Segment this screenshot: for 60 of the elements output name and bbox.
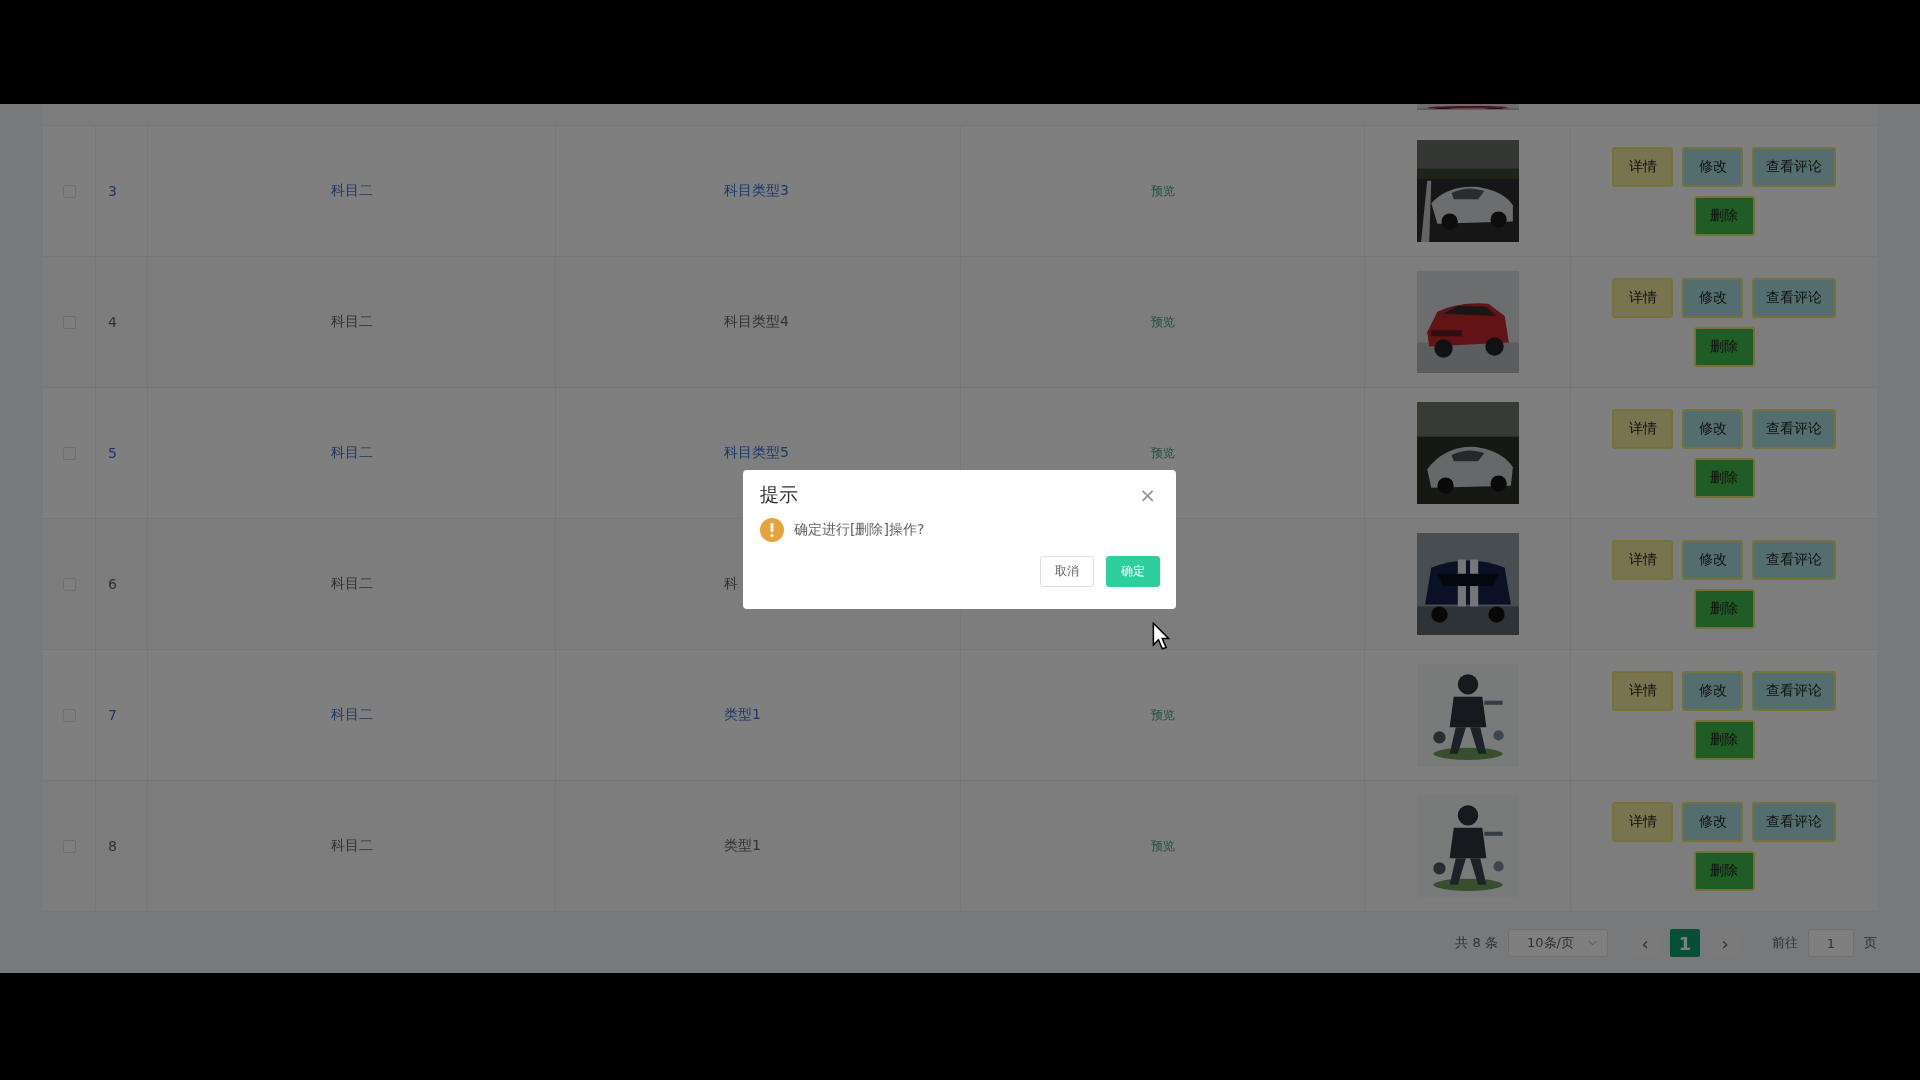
cancel-button[interactable]: 取消 — [1040, 556, 1094, 587]
type-text: 类型1 — [724, 706, 762, 724]
comments-button[interactable]: 查看评论 — [1752, 539, 1836, 580]
type-text: 科目类型4 — [724, 313, 790, 331]
delete-button[interactable]: 删除 — [1693, 588, 1755, 629]
row-index: 5 — [108, 445, 117, 461]
caret-icon — [1588, 940, 1597, 946]
warning-icon — [760, 518, 784, 542]
preview-link[interactable]: 预览 — [1150, 313, 1175, 331]
edit-button[interactable]: 修改 — [1682, 277, 1743, 318]
type-text: 类型1 — [724, 837, 762, 855]
type-text: 科目类型5 — [724, 444, 790, 462]
page-size-select[interactable]: 10条/页 — [1508, 929, 1608, 957]
comments-button[interactable]: 查看评论 — [1752, 801, 1836, 842]
edit-button[interactable]: 修改 — [1682, 146, 1743, 187]
row-index: 7 — [108, 707, 117, 723]
subject-text: 科目二 — [330, 837, 373, 855]
page-input[interactable]: 1 — [1808, 929, 1854, 957]
comments-button[interactable]: 查看评论 — [1752, 408, 1836, 449]
subject-text: 科目二 — [330, 706, 373, 724]
edit-button[interactable]: 修改 — [1682, 539, 1743, 580]
preview-link[interactable]: 预览 — [1150, 182, 1175, 200]
page-button[interactable]: 1 — [1670, 929, 1700, 957]
comments-button[interactable]: 查看评论 — [1752, 146, 1836, 187]
delete-button[interactable]: 删除 — [1693, 457, 1755, 498]
subject-text: 科目二 — [330, 313, 373, 331]
subject-text: 科目二 — [330, 575, 373, 593]
dialog-title: 提示 — [760, 482, 798, 507]
page-unit: 页 — [1864, 934, 1877, 952]
preview-link[interactable]: 预览 — [1150, 706, 1175, 724]
row-index: 3 — [108, 183, 117, 199]
detail-button[interactable]: 详情 — [1612, 277, 1673, 318]
detail-button[interactable]: 详情 — [1612, 408, 1673, 449]
subject-text: 科目二 — [330, 182, 373, 200]
row-index: 4 — [108, 314, 117, 330]
delete-button[interactable]: 删除 — [1693, 719, 1755, 760]
detail-button[interactable]: 详情 — [1612, 801, 1673, 842]
subject-text: 科目二 — [330, 444, 373, 462]
close-button[interactable]: × — [1135, 483, 1160, 507]
detail-button[interactable]: 详情 — [1612, 146, 1673, 187]
edit-button[interactable]: 修改 — [1682, 670, 1743, 711]
edit-button[interactable]: 修改 — [1682, 408, 1743, 449]
detail-button[interactable]: 详情 — [1612, 539, 1673, 580]
preview-link[interactable]: 预览 — [1150, 444, 1175, 462]
row-index: 6 — [108, 576, 117, 592]
detail-button[interactable]: 详情 — [1612, 670, 1673, 711]
delete-button[interactable]: 删除 — [1693, 195, 1755, 236]
row-index: 8 — [108, 838, 117, 854]
preview-link[interactable]: 预览 — [1150, 837, 1175, 855]
goto-label: 前往 — [1772, 934, 1798, 952]
delete-button[interactable]: 删除 — [1693, 850, 1755, 891]
comments-button[interactable]: 查看评论 — [1752, 670, 1836, 711]
edit-button[interactable]: 修改 — [1682, 801, 1743, 842]
delete-button[interactable]: 删除 — [1693, 326, 1755, 367]
type-text: 科目类型3 — [724, 182, 790, 200]
confirm-button[interactable]: 确定 — [1106, 556, 1160, 587]
comments-button[interactable]: 查看评论 — [1752, 277, 1836, 318]
type-text: 科 — [724, 575, 739, 593]
dialog-message: 确定进行[删除]操作? — [794, 521, 925, 539]
total-count: 共 8 条 — [1455, 934, 1498, 952]
